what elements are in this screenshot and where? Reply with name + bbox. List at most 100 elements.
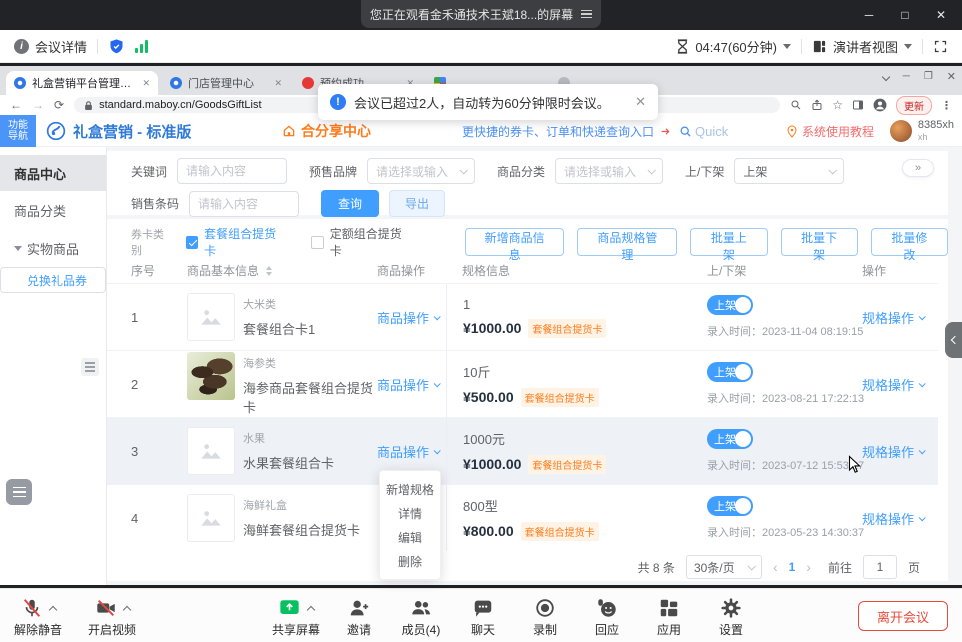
menu-item-add-spec[interactable]: 新增规格	[380, 477, 440, 501]
home-icon	[282, 124, 296, 138]
sort-icon[interactable]	[266, 266, 272, 276]
checkbox-checked-icon	[186, 236, 199, 249]
search-button[interactable]: 查询	[321, 190, 379, 217]
batch-edit-button[interactable]: 批量修改	[871, 228, 948, 256]
brand-select[interactable]: 请选择或输入	[367, 158, 475, 184]
fullscreen-icon[interactable]	[933, 39, 948, 54]
watching-banner: 您正在观看金禾通技术王斌18...的屏幕	[361, 0, 601, 28]
members-icon	[410, 597, 432, 619]
current-page[interactable]: 1	[789, 560, 796, 574]
sidebar-collapse-handle[interactable]	[81, 358, 99, 376]
toast-close-icon[interactable]: ✕	[635, 94, 646, 110]
members-button[interactable]: 成员(4)	[398, 595, 444, 638]
security-shield-icon[interactable]	[108, 38, 125, 55]
spec-operation-link[interactable]: 规格操作	[862, 308, 938, 327]
col-info[interactable]: 商品基本信息	[187, 262, 377, 279]
leave-meeting-button[interactable]: 离开会议	[858, 601, 948, 631]
batch-off-shelf-button[interactable]: 批量下架	[781, 228, 858, 256]
view-mode-button[interactable]: 演讲者视图	[812, 37, 912, 56]
browser-maximize-button[interactable]: ❐	[924, 71, 933, 82]
meeting-detail-button[interactable]: i 会议详情	[14, 37, 87, 56]
barcode-input[interactable]	[189, 191, 299, 217]
meeting-timer[interactable]: 04:47(60分钟)	[676, 37, 791, 56]
sidebar-section-goods-center[interactable]: 商品中心	[0, 155, 106, 191]
back-icon[interactable]: ←	[10, 99, 22, 111]
row-no: 1	[131, 310, 187, 325]
shelf-toggle[interactable]: 上架	[707, 496, 753, 516]
browser-minimize-button[interactable]: ─	[903, 71, 910, 82]
batch-on-shelf-button[interactable]: 批量上架	[690, 228, 767, 256]
start-video-button[interactable]: 开启视频	[88, 595, 136, 638]
maximize-button[interactable]: □	[892, 8, 918, 22]
video-options-caret[interactable]	[122, 606, 130, 614]
barcode-label: 销售条码	[131, 195, 179, 212]
bookmark-star-icon[interactable]: ☆	[832, 98, 843, 112]
table-row: 3 水果 水果套餐组合卡 商品操作 1000元	[107, 417, 938, 484]
tab-search-icon[interactable]	[881, 72, 889, 80]
function-nav-button[interactable]: 功能 导航	[0, 115, 36, 147]
category-select[interactable]: 请选择或输入	[555, 158, 663, 184]
refresh-icon[interactable]: ⟳	[54, 99, 64, 111]
prev-page-button[interactable]: ‹	[773, 559, 778, 575]
banner-menu-icon[interactable]	[581, 10, 592, 19]
expand-filters-button[interactable]: »	[902, 159, 934, 177]
next-page-button[interactable]: ›	[806, 559, 811, 575]
shelf-toggle[interactable]: 上架	[707, 429, 753, 449]
checkbox-fixed-card[interactable]: 定额组合提货卡	[311, 225, 411, 259]
tab-title: 门店管理中心	[188, 75, 268, 91]
spec-operation-link[interactable]: 规格操作	[862, 442, 938, 461]
share-screen-button[interactable]: 共享屏幕	[272, 595, 320, 638]
browser-menu-icon[interactable]: ⋮	[941, 99, 952, 112]
keyword-input[interactable]	[177, 158, 287, 184]
spec-operation-link[interactable]: 规格操作	[862, 509, 938, 528]
apps-button[interactable]: 应用	[646, 595, 692, 638]
invite-button[interactable]: 邀请	[336, 595, 382, 638]
add-goods-button[interactable]: 新增商品信息	[465, 228, 565, 256]
menu-item-delete[interactable]: 删除	[380, 549, 440, 573]
tab-close-icon[interactable]: ✕	[274, 78, 282, 89]
goto-page-input[interactable]	[863, 555, 897, 579]
network-signal-icon[interactable]	[135, 40, 148, 53]
page-size-select[interactable]: 30条/页	[686, 555, 762, 579]
zoom-icon[interactable]	[790, 99, 802, 111]
browser-tab-store-admin[interactable]: 门店管理中心 ✕	[162, 71, 290, 95]
menu-item-detail[interactable]: 详情	[380, 501, 440, 525]
checkbox-combo-card[interactable]: 套餐组合提货卡	[186, 225, 286, 259]
minimize-button[interactable]: ─	[856, 8, 882, 22]
shelf-toggle[interactable]: 上架	[707, 295, 753, 315]
shelf-toggle[interactable]: 上架	[707, 362, 753, 382]
quick-search-link[interactable]: Quick	[679, 124, 728, 139]
table-row: 1 大米类 套餐组合卡1 商品操作 1	[107, 283, 938, 350]
forward-icon[interactable]: →	[32, 99, 44, 111]
tutorial-link[interactable]: 系统使用教程	[786, 115, 874, 147]
tab-close-icon[interactable]: ✕	[142, 78, 150, 89]
profile-avatar-icon[interactable]	[873, 98, 887, 112]
table-row: 4 海鲜礼盒 海鲜套餐组合提货卡 800型	[107, 484, 938, 551]
side-panel-handle[interactable]	[945, 322, 962, 358]
side-panel-icon[interactable]	[852, 99, 864, 111]
record-button[interactable]: 录制	[522, 595, 568, 638]
sidebar-item-goods-category[interactable]: 商品分类	[0, 191, 106, 229]
spec-operation-link[interactable]: 规格操作	[862, 375, 938, 394]
close-button[interactable]: ✕	[928, 8, 954, 22]
entry-time: 录入时间：2023-05-23 14:30:37	[707, 524, 862, 540]
settings-button[interactable]: 设置	[708, 595, 754, 638]
sidebar-item-gift-voucher[interactable]: 兑换礼品券	[0, 267, 106, 293]
browser-tab-gift-admin[interactable]: 礼盒营销平台管理中心 ✕	[6, 71, 158, 95]
browser-update-button[interactable]: 更新	[896, 96, 932, 115]
share-icon[interactable]	[811, 99, 823, 111]
chat-button[interactable]: 聊天	[460, 595, 506, 638]
user-menu[interactable]: 8385xh xh	[890, 115, 954, 147]
unmute-button[interactable]: 解除静音	[14, 595, 62, 638]
export-button[interactable]: 导出	[389, 190, 445, 217]
sidebar-item-physical-goods[interactable]: 实物商品	[0, 229, 106, 267]
menu-item-edit[interactable]: 编辑	[380, 525, 440, 549]
spec-manage-button[interactable]: 商品规格管理	[577, 228, 677, 256]
reactions-button[interactable]: 回应	[584, 595, 630, 638]
mic-options-caret[interactable]	[48, 606, 56, 614]
floating-panel-widget[interactable]	[6, 479, 32, 505]
browser-close-button[interactable]: ✕	[947, 70, 956, 83]
share-options-caret[interactable]	[307, 606, 315, 614]
product-category: 水果	[243, 430, 334, 446]
shelf-select[interactable]: 上架	[734, 158, 844, 184]
